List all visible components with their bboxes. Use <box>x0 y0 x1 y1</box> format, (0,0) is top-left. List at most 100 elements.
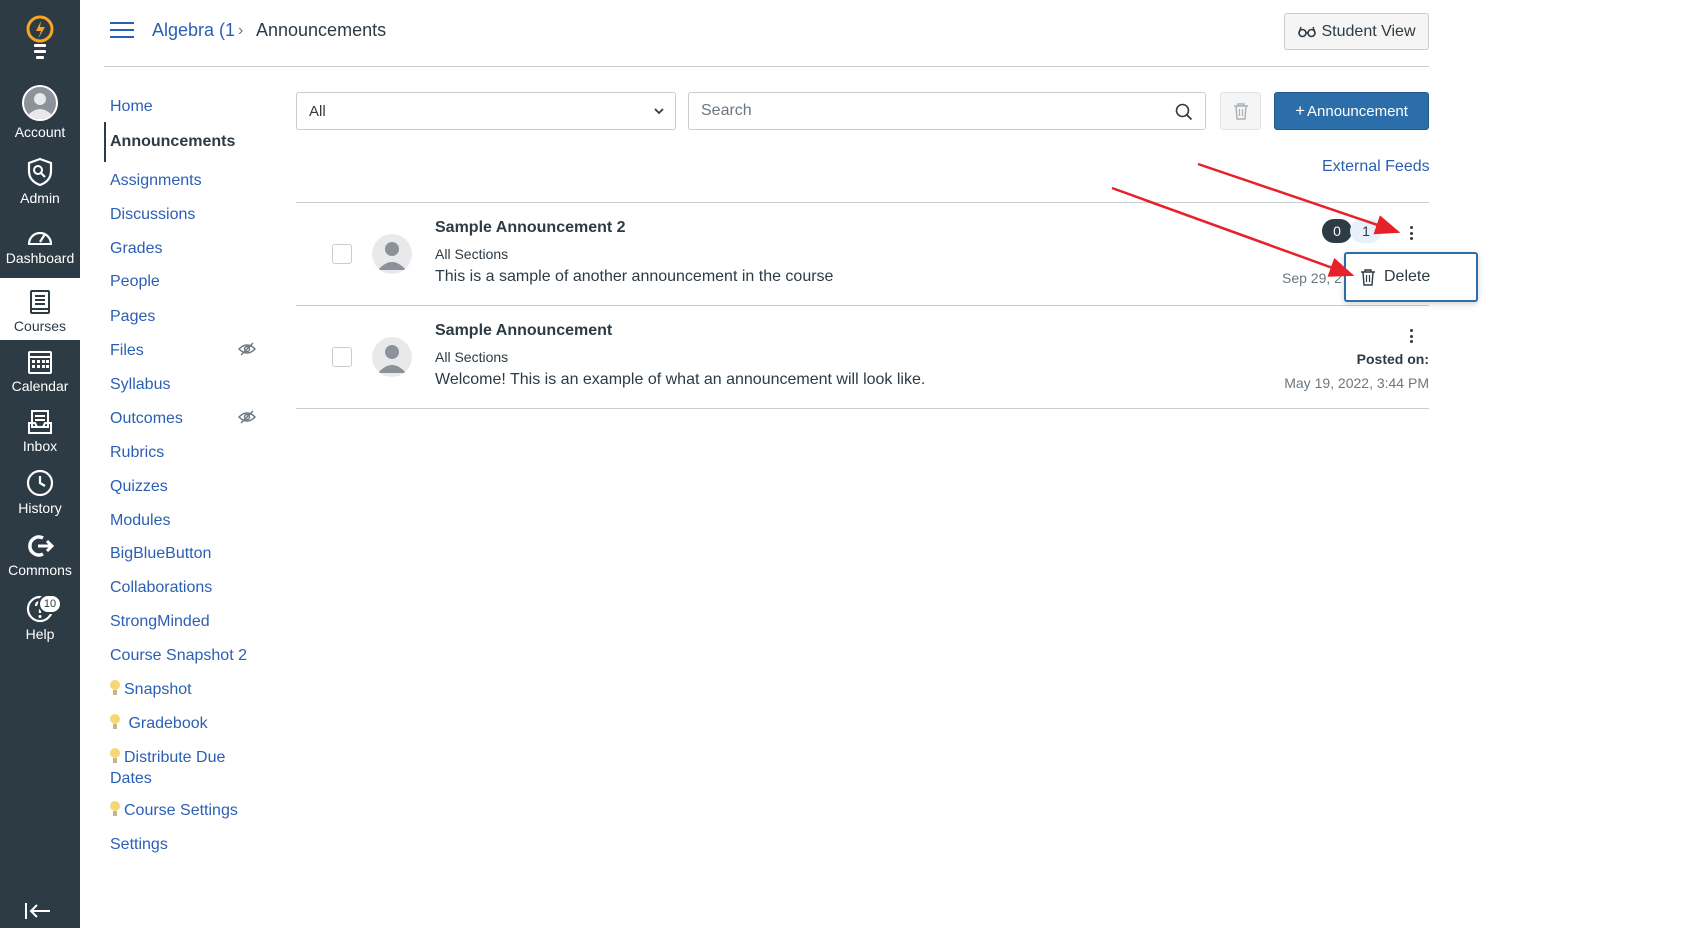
course-menu-toggle-icon[interactable] <box>110 22 134 40</box>
announcement-select-checkbox[interactable] <box>332 347 352 367</box>
global-nav-label: Inbox <box>22 438 58 454</box>
glasses-icon <box>1297 26 1316 37</box>
trash-icon <box>1361 269 1375 286</box>
more-options-icon[interactable] <box>1404 224 1418 242</box>
global-nav-label: Dashboard <box>5 250 75 266</box>
global-nav-commons[interactable]: Commons <box>0 522 80 584</box>
course-nav-pages[interactable]: Pages <box>104 306 274 327</box>
delete-label: Delete <box>1384 268 1431 285</box>
posted-date: May 19, 2022, 3:44 PM <box>1284 375 1429 391</box>
posted-on-label: Posted on: <box>1356 351 1429 367</box>
global-nav-dashboard[interactable]: Dashboard <box>0 210 80 272</box>
account-avatar-icon <box>22 85 58 121</box>
announcement-title-link[interactable]: Sample Announcement 2 <box>435 219 626 237</box>
list-divider <box>296 305 1429 306</box>
collapse-nav-icon[interactable] <box>24 902 52 925</box>
lightbulb-icon <box>110 680 120 695</box>
list-divider <box>296 202 1429 203</box>
courses-book-icon <box>30 290 50 314</box>
global-nav-label: Help <box>25 626 55 642</box>
student-view-button[interactable]: Student View <box>1284 13 1429 50</box>
posted-date: Sep 29, 2 <box>1282 270 1342 286</box>
student-view-label: Student View <box>1321 22 1416 40</box>
canvas-logo-icon[interactable] <box>0 0 80 78</box>
unread-count-badge: 0 <box>1322 219 1352 243</box>
course-nav-grades[interactable]: Grades <box>104 238 274 259</box>
delete-menu-item[interactable]: Delete <box>1344 252 1478 302</box>
global-nav-courses[interactable]: Courses <box>0 278 80 340</box>
course-nav-gradebook[interactable]: Gradebook <box>104 713 274 734</box>
course-nav-strongminded[interactable]: StrongMinded <box>104 611 274 632</box>
course-nav-distribute-due-dates[interactable]: Distribute Due Dates <box>104 747 274 789</box>
breadcrumb-current-page: Announcements <box>256 20 387 40</box>
course-nav-syllabus[interactable]: Syllabus <box>104 374 274 395</box>
course-nav-quizzes[interactable]: Quizzes <box>104 476 274 497</box>
trash-icon <box>1233 103 1248 120</box>
course-nav-home[interactable]: Home <box>104 96 274 117</box>
section-filter-select[interactable]: All <box>296 92 676 130</box>
course-nav-assignments[interactable]: Assignments <box>104 170 274 191</box>
global-nav-label: History <box>18 500 62 516</box>
course-nav-collaborations[interactable]: Collaborations <box>104 577 274 598</box>
global-nav-account[interactable]: Account <box>0 84 80 146</box>
course-nav-snapshot[interactable]: Snapshot <box>104 679 274 700</box>
filter-selected-value: All <box>309 102 326 120</box>
global-nav-help[interactable]: 10 Help <box>0 586 80 648</box>
global-nav-label: Account <box>14 124 66 140</box>
announcement-preview: This is a sample of another announcement… <box>435 268 834 285</box>
global-nav-label: Courses <box>13 318 67 334</box>
announcement-sections: All Sections <box>435 349 509 365</box>
lightbulb-icon <box>110 748 120 763</box>
help-notification-badge: 10 <box>38 594 62 614</box>
global-nav-calendar[interactable]: Calendar <box>0 338 80 400</box>
calendar-icon <box>28 351 52 374</box>
dashboard-gauge-icon <box>27 231 53 245</box>
course-nav-discussions[interactable]: Discussions <box>104 204 274 225</box>
author-avatar <box>372 234 412 274</box>
history-clock-icon <box>26 469 54 497</box>
global-nav-label: Calendar <box>11 378 69 394</box>
global-nav-admin[interactable]: Admin <box>0 150 80 212</box>
course-nav-outcomes[interactable]: Outcomes <box>104 408 274 429</box>
announcement-select-checkbox[interactable] <box>332 244 352 264</box>
add-announcement-button[interactable]: + Announcement <box>1274 92 1429 130</box>
breadcrumb-course-link[interactable]: Algebra (1 <box>152 20 235 41</box>
course-nav-settings[interactable]: Settings <box>104 834 274 855</box>
course-nav-announcements[interactable]: Announcements <box>104 122 274 162</box>
announcement-title-link[interactable]: Sample Announcement <box>435 322 612 340</box>
announcement-preview: Welcome! This is an example of what an a… <box>435 371 926 388</box>
hidden-eye-off-icon <box>238 342 256 356</box>
hidden-eye-off-icon <box>238 410 256 424</box>
course-nav-people[interactable]: People <box>104 271 274 292</box>
add-announcement-label: Announcement <box>1307 102 1408 120</box>
course-nav-rubrics[interactable]: Rubrics <box>104 442 274 463</box>
external-feeds-link[interactable]: External Feeds <box>1322 158 1430 176</box>
admin-shield-icon <box>27 157 53 187</box>
global-nav-history[interactable]: History <box>0 460 80 522</box>
course-nav-bigbluebutton[interactable]: BigBlueButton <box>104 543 274 564</box>
search-field <box>688 92 1206 130</box>
inbox-icon <box>28 410 52 434</box>
author-avatar <box>372 337 412 377</box>
chevron-down-icon <box>654 108 664 115</box>
global-navigation: Account Admin Dashboard Courses Calendar… <box>0 0 80 928</box>
course-nav-course-snapshot-2[interactable]: Course Snapshot 2 <box>104 645 274 666</box>
search-input[interactable] <box>689 93 1149 129</box>
course-nav-course-settings[interactable]: Course Settings <box>104 800 274 821</box>
breadcrumb-separator: › <box>238 22 244 39</box>
replies-count-badge: 1 <box>1350 219 1382 243</box>
global-nav-label: Admin <box>20 190 60 206</box>
header-divider <box>104 66 1429 67</box>
lightbulb-icon <box>110 714 120 729</box>
global-nav-inbox[interactable]: Inbox <box>0 398 80 460</box>
list-divider <box>296 408 1429 409</box>
plus-icon: + <box>1295 101 1306 120</box>
course-nav-files[interactable]: Files <box>104 340 274 361</box>
lightbulb-icon <box>110 801 120 816</box>
bulk-delete-button[interactable] <box>1220 92 1261 130</box>
search-icon[interactable] <box>1175 103 1193 121</box>
announcement-sections: All Sections <box>435 246 509 262</box>
course-nav-modules[interactable]: Modules <box>104 510 274 531</box>
more-options-icon[interactable] <box>1404 327 1418 345</box>
global-nav-label: Commons <box>8 562 72 578</box>
